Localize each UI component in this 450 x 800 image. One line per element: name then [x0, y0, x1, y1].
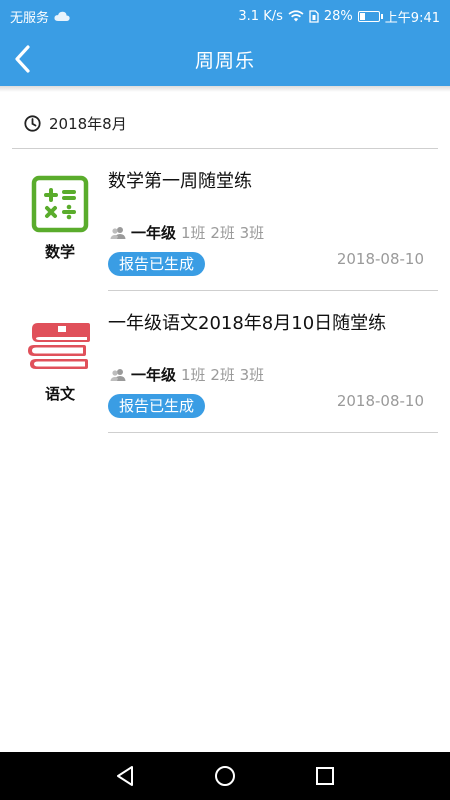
wifi-icon: [288, 10, 304, 22]
status-left: 无服务: [10, 7, 70, 26]
clock-icon: [24, 114, 41, 132]
item-title: 一年级语文2018年8月10日随堂练: [108, 313, 387, 334]
grade-text: 一年级: [131, 224, 177, 242]
subject-block: 语文: [14, 317, 106, 404]
classes-text: 1班 2班 3班: [181, 366, 265, 384]
list-item[interactable]: 语文 一年级语文2018年8月10日随堂练 一年级 1班 2班 3班 报告已生成…: [0, 291, 450, 433]
back-button[interactable]: [4, 41, 40, 77]
status-bar: 无服务 3.1 K/s 28% 上午9:41: [0, 0, 450, 32]
calculator-icon: [31, 175, 89, 233]
nav-home-button[interactable]: [205, 756, 245, 796]
battery-fill: [359, 12, 366, 20]
chevron-left-icon: [15, 45, 30, 73]
system-nav-bar: [0, 752, 450, 800]
title-shadow: [0, 86, 450, 92]
subject-label: 数学: [44, 243, 75, 261]
status-right: 3.1 K/s 28% 上午9:41: [238, 7, 440, 26]
users-icon: [110, 226, 126, 239]
carrier-text: 无服务: [10, 10, 50, 26]
triangle-back-icon: [117, 766, 133, 786]
item-date: 2018-08-10: [336, 250, 424, 268]
square-recents-icon: [316, 767, 334, 785]
battery-percent: 28%: [323, 8, 353, 24]
users-icon: [110, 368, 126, 381]
date-group-header: 2018年8月: [24, 112, 127, 134]
class-info: 一年级 1班 2班 3班: [110, 364, 264, 385]
cloud-icon: [54, 11, 70, 21]
divider: [108, 432, 438, 433]
grade-text: 一年级: [131, 366, 177, 384]
clock-time: 上午9:41: [384, 10, 440, 26]
classes-text: 1班 2班 3班: [181, 224, 265, 242]
item-title: 数学第一周随堂练: [108, 171, 252, 192]
subject-block: 数学: [14, 175, 106, 262]
list-item[interactable]: 数学 数学第一周随堂练 一年级 1班 2班 3班 报告已生成 2018-08-1…: [0, 149, 450, 291]
status-badge: 报告已生成: [108, 252, 206, 276]
network-speed: 3.1 K/s: [238, 8, 283, 24]
page-title: 周周乐: [194, 49, 255, 72]
status-badge: 报告已生成: [108, 394, 206, 418]
subject-label: 语文: [44, 385, 75, 403]
item-date: 2018-08-10: [336, 392, 424, 410]
class-info: 一年级 1班 2班 3班: [110, 222, 264, 243]
circle-home-icon: [215, 766, 235, 786]
title-bar: 周周乐: [0, 32, 450, 86]
battery-icon: [357, 10, 383, 22]
nav-back-button[interactable]: [105, 756, 145, 796]
date-group-label: 2018年8月: [49, 114, 127, 133]
nav-recents-button[interactable]: [305, 756, 345, 796]
sim-icon: [309, 9, 319, 23]
books-icon: [28, 323, 90, 369]
